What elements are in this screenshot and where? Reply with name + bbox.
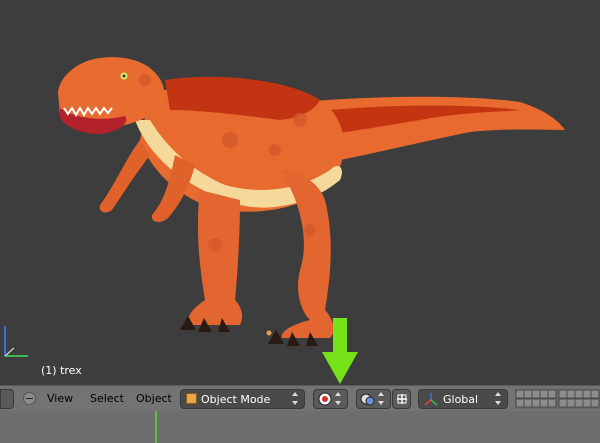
updown-arrows-icon [378,392,385,405]
menu-view[interactable]: View [47,392,73,405]
viewport-header: View Select Object Object Mode Global [0,385,600,412]
menu-select[interactable]: Select [90,392,124,405]
interaction-mode-select[interactable]: Object Mode [180,389,305,409]
pivot-point-select[interactable] [356,389,391,409]
shading-sphere-icon [318,392,332,406]
3d-viewport[interactable]: (1) trex [0,0,600,385]
updown-arrows-icon [335,392,342,405]
green-down-arrow-icon [322,318,358,384]
object-cube-icon [186,393,197,404]
updown-arrows-icon [292,392,299,405]
transform-orientation-select[interactable]: Global [418,389,508,409]
viewport-shading-select[interactable] [313,389,348,409]
transform-orientation-value: Global [443,393,479,406]
menu-object[interactable]: Object [136,392,172,405]
manipulator-toggle-button[interactable] [392,389,411,409]
menu-collapse-button[interactable] [23,392,36,405]
active-object-label: (1) trex [41,364,82,377]
timeline-playhead[interactable] [155,411,157,443]
pivot-point-icon [360,393,375,406]
orientation-axes-icon [424,393,438,406]
layers-grid-icon[interactable] [515,389,600,409]
trex-model[interactable] [0,0,600,385]
timeline-panel[interactable] [0,411,600,443]
manipulator-icon [397,394,407,404]
updown-arrows-icon [495,392,502,405]
axis-gizmo-icon [4,326,28,357]
editor-type-button[interactable] [0,389,14,409]
interaction-mode-value: Object Mode [201,393,271,406]
